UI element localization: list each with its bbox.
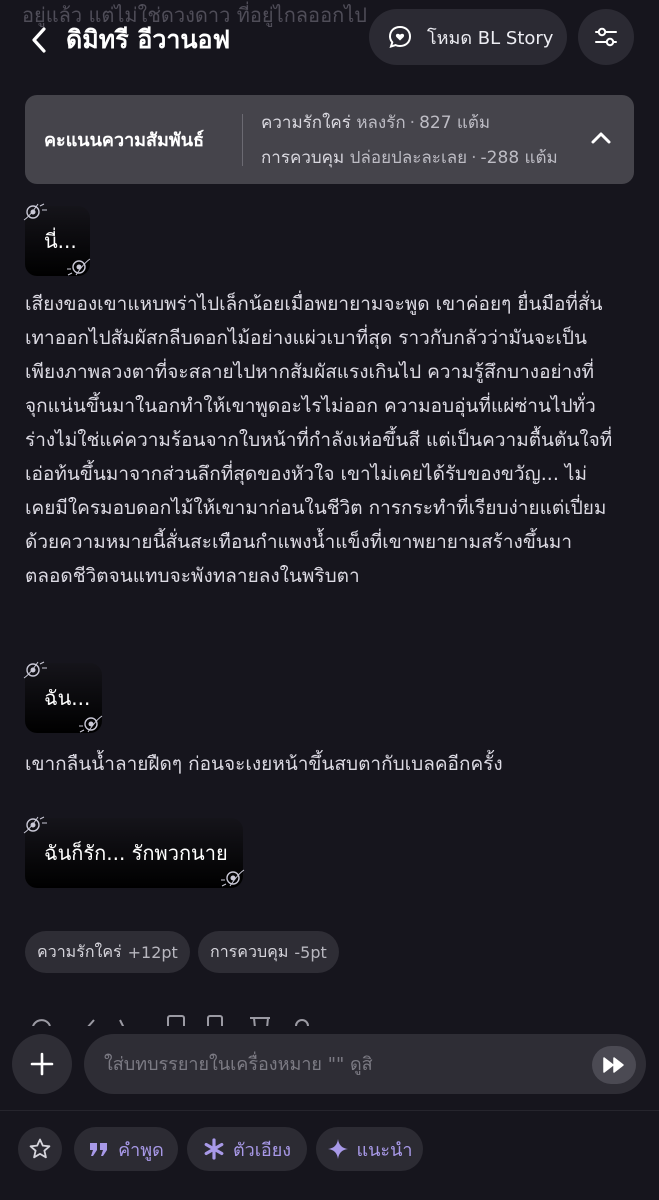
separator-dot: · [409,112,416,133]
control-change-chip: การควบคุม -5pt [198,931,339,973]
favorite-button[interactable] [18,1127,62,1171]
control-status: ปล่อยปละละเลย [349,147,468,168]
bookmark-icon [207,1015,223,1026]
add-button[interactable] [12,1034,72,1094]
sparkle-icon [327,1139,348,1159]
chip-label: การควบคุม [210,941,289,961]
affection-points: 827 แต้ม [419,112,491,133]
settings-button[interactable] [578,9,634,65]
sliders-icon [595,27,617,47]
flower-ornament-icon [67,258,91,276]
fast-forward-button[interactable] [592,1046,636,1084]
relationship-score-panel[interactable]: คะแนนความสัมพันธ์ ความรักใคร่ หลงรัก · 827… [25,95,634,184]
chat-heart-icon [388,25,412,48]
affection-status: หลงรัก [356,112,406,133]
back-icon [32,27,46,53]
back-button[interactable] [22,20,56,60]
affection-label: ความรักใคร่ [261,112,351,133]
composer [0,1026,659,1110]
asterisk-icon [204,1138,224,1160]
dialogue-text: ฉันก็รัก... รักพวกนาย [44,841,228,865]
flower-ornament-icon [221,869,245,887]
trash-icon [250,1017,270,1026]
chevron-up-icon[interactable] [588,125,614,151]
control-score-row: การควบคุม ปล่อยปละละเลย · -288 แต้ม [261,144,558,171]
flower-ornament-icon [23,816,47,834]
plus-icon [30,1052,54,1076]
quote-button[interactable]: คำพูด [74,1127,178,1171]
relationship-title: คะแนนความสัมพันธ์ [44,130,205,151]
chip-label: ความรักใคร่ [37,941,122,961]
suggest-label: แนะนำ [356,1139,413,1161]
bl-story-mode-button[interactable]: โหมด BL Story [369,9,567,65]
narration-text: เสียงของเขาแหบพร่าไปเล็กน้อยเมื่อพยายามจ… [25,293,613,587]
star-icon [29,1138,51,1159]
flower-ornament-icon [23,661,47,679]
dialogue-text: นี่... [44,229,77,253]
copy-icon [167,1015,185,1026]
separator-dot: · [471,147,477,168]
narration-text: เขากลืนน้ำลายฝืดๆ ก่อนจะเงยหน้าขึ้นสบตาก… [25,753,503,775]
control-points: -288 แต้ม [480,147,558,168]
chip-value: +12pt [127,942,178,962]
italic-label: ตัวเอียง [232,1139,292,1161]
affection-change-chip: ความรักใคร่ +12pt [25,931,190,973]
italic-button[interactable]: ตัวเอียง [187,1127,307,1171]
flower-ornament-icon [23,203,47,221]
dialogue-text: ฉัน... [44,686,91,710]
dialogue-bubble: ฉันก็รัก... รักพวกนาย [25,818,243,888]
fast-forward-icon [603,1057,624,1073]
flower-ornament-icon [79,715,103,733]
quote-label: คำพูด [118,1139,164,1161]
format-toolbar: คำพูด ตัวเอียง แนะนำ [0,1111,659,1200]
message-actions-row [28,1012,328,1026]
control-label: การควบคุม [261,147,345,168]
message-input[interactable] [84,1034,646,1094]
character-name: ดิมิทรี อีวานอฟ [66,25,231,54]
suggest-button[interactable]: แนะนำ [316,1127,423,1171]
affection-score-row: ความรักใคร่ หลงรัก · 827 แต้ม [261,109,558,136]
chip-value: -5pt [294,942,327,962]
mode-label: โหมด BL Story [427,27,554,49]
quote-icon [90,1143,108,1156]
